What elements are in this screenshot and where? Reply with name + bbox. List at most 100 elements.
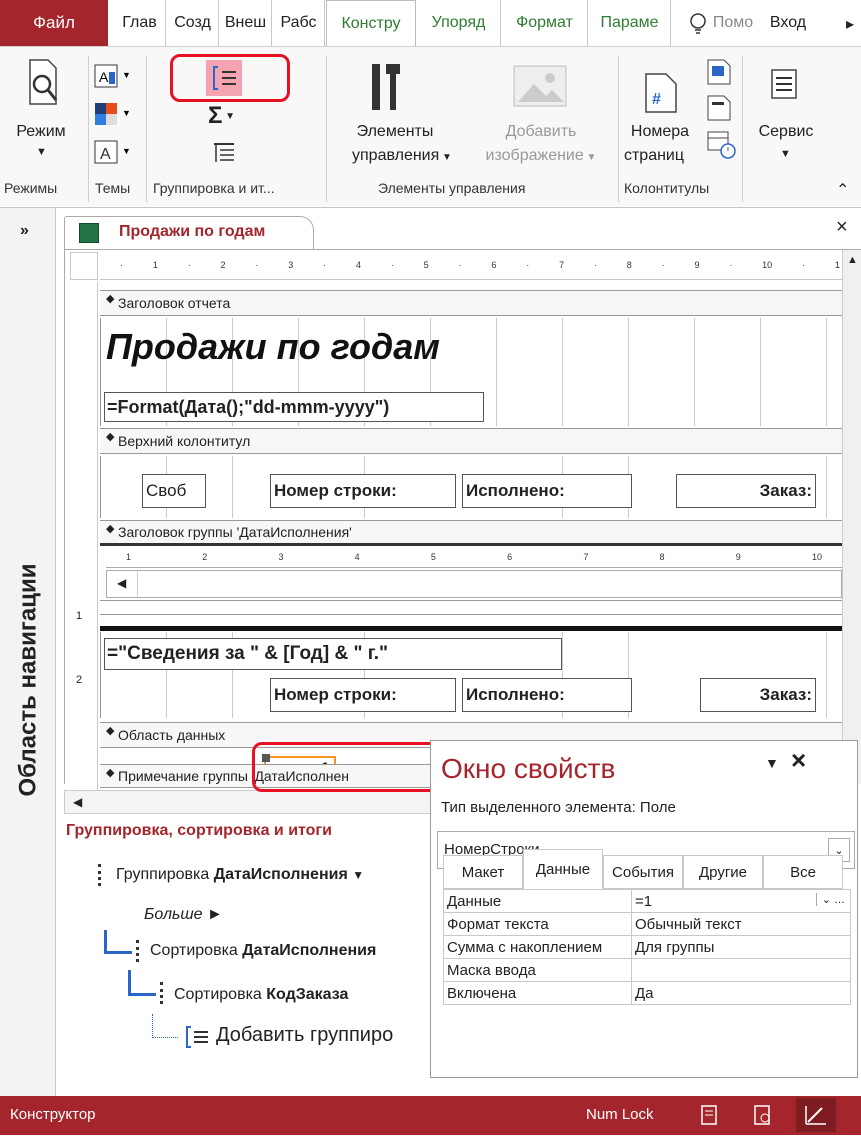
property-row[interactable]: Данные =1 ⌄ … — [443, 889, 851, 913]
group-field-line-number[interactable]: Номер строки: — [270, 678, 456, 712]
tab-all-props[interactable]: Все — [763, 855, 843, 889]
property-value[interactable]: =1 ⌄ … — [631, 889, 851, 913]
view-mode-button[interactable]: Режим ▼ — [14, 56, 72, 172]
property-value[interactable]: Обычный текст — [631, 912, 851, 936]
group-sort-button[interactable] — [206, 60, 242, 96]
close-document-icon[interactable]: × — [836, 216, 848, 239]
page-header-field-completed[interactable]: Исполнено: — [462, 474, 632, 508]
tab-database-tools[interactable]: Рабс — [273, 0, 325, 46]
hide-details-button[interactable] — [210, 140, 240, 166]
date-time-button[interactable] — [706, 130, 736, 160]
document-tab[interactable]: Продажи по годам — [64, 216, 314, 250]
view-mode-icon — [26, 58, 60, 120]
property-value[interactable] — [631, 958, 851, 982]
drag-handle[interactable] — [98, 864, 102, 886]
svg-text:▼: ▼ — [122, 146, 131, 156]
property-sheet-menu-icon[interactable]: ▼ — [765, 755, 779, 771]
ruler-corner[interactable] — [70, 252, 98, 280]
tell-me-search[interactable]: Помо — [708, 0, 758, 46]
property-name: Сумма с накоплением — [443, 935, 632, 959]
page-numbers-label-1: Номера — [630, 123, 690, 140]
tab-scroll-right-icon[interactable]: ▸ — [846, 14, 854, 34]
title-button[interactable] — [706, 94, 732, 122]
expand-nav-icon[interactable]: » — [20, 222, 29, 240]
tab-design[interactable]: Констру — [326, 0, 416, 46]
tab-home[interactable]: Глав — [114, 0, 166, 46]
print-preview-icon[interactable] — [752, 1104, 774, 1126]
tab-arrange[interactable]: Упоряд — [417, 0, 501, 46]
hline — [100, 614, 842, 615]
property-name: Данные — [443, 889, 632, 913]
drag-handle[interactable] — [160, 982, 164, 1004]
property-row[interactable]: Включена Да — [443, 981, 851, 1005]
tab-page-setup[interactable]: Параме — [589, 0, 671, 46]
sort-row-1[interactable]: Сортировка ДатаИсполнения — [150, 942, 376, 960]
add-group-icon[interactable] — [182, 1024, 212, 1050]
group-field-completed[interactable]: Исполнено: — [462, 678, 632, 712]
property-grid: Данные =1 ⌄ … Формат текста Обычный текст С… — [443, 889, 851, 1005]
tools-button[interactable]: Сервис ▼ — [748, 56, 824, 172]
report-title-label[interactable]: Продажи по годам — [106, 326, 440, 368]
group-separator — [326, 56, 327, 202]
vertical-scrollbar[interactable]: ▲ — [842, 250, 861, 784]
property-name: Маска ввода — [443, 958, 632, 982]
insert-image-button[interactable]: Добавить изображение ▼ — [466, 56, 616, 172]
group-field-order[interactable]: Заказ: — [700, 678, 816, 712]
page-header-field-free[interactable]: Своб — [142, 474, 206, 508]
tab-data-props[interactable]: Данные — [523, 849, 603, 889]
thick-rule — [100, 626, 842, 631]
subreport-scrollbar[interactable]: ◀ — [106, 570, 842, 598]
totals-icon[interactable]: Σ ▼ — [208, 102, 235, 130]
page-numbers-button[interactable]: # Номера страниц — [620, 56, 710, 172]
tab-format[interactable]: Формат — [502, 0, 588, 46]
sort-row-2[interactable]: Сортировка КодЗаказа — [174, 986, 348, 1004]
property-name: Включена — [443, 981, 632, 1005]
page-header-field-line-number[interactable]: Номер строки: — [270, 474, 456, 508]
page-header-field-order[interactable]: Заказ: — [676, 474, 816, 508]
group-caption-textbox[interactable]: ="Сведения за " & [Год] & " г." — [104, 638, 562, 670]
tab-external[interactable]: Внеш — [220, 0, 272, 46]
logo-button[interactable] — [706, 58, 732, 86]
group-separator — [618, 56, 619, 202]
subreport-ruler: 1 2 3 4 5 6 7 8 9 10 — [106, 552, 842, 568]
scroll-up-icon[interactable]: ▲ — [847, 254, 858, 266]
tab-format-props[interactable]: Макет — [443, 855, 523, 889]
tab-file[interactable]: Файл — [0, 0, 108, 46]
signin-link[interactable]: Вход — [760, 0, 816, 46]
section-page-header[interactable]: Верхний колонтитул — [100, 428, 842, 454]
property-row[interactable]: Маска ввода — [443, 958, 851, 982]
themes-button[interactable]: A ▼ — [94, 64, 134, 90]
close-icon[interactable]: × — [791, 745, 806, 776]
svg-text:▼: ▼ — [122, 108, 131, 118]
fonts-button[interactable]: A ▼ — [94, 140, 134, 166]
status-mode: Конструктор — [10, 1106, 96, 1123]
image-label-2: изображение ▼ — [485, 147, 597, 164]
image-label-1: Добавить — [505, 123, 577, 140]
add-group-link[interactable]: Добавить группиро — [216, 1024, 393, 1047]
section-group-header[interactable]: Заголовок группы 'ДатаИсполнения' — [100, 520, 842, 546]
tab-event-props[interactable]: События — [603, 855, 683, 889]
property-row[interactable]: Сумма с накоплением Для группы — [443, 935, 851, 959]
colors-button[interactable]: ▼ — [94, 102, 134, 128]
scroll-left-icon[interactable]: ◀ — [73, 795, 82, 809]
ruler-numbers: · 1 · 2 · 3 · 4 · 5 · 6 · 7 · 8 · 9 · 10 · 1 — [120, 260, 840, 270]
tab-create[interactable]: Созд — [167, 0, 219, 46]
horizontal-scrollbar[interactable]: ◀ — [64, 790, 442, 814]
section-marker-icon: ◆ — [106, 431, 115, 443]
design-view-icon[interactable] — [796, 1098, 836, 1132]
date-textbox[interactable]: =Format(Дата();"dd-mmm-yyyy") — [104, 392, 484, 422]
report-view-icon[interactable] — [698, 1104, 720, 1126]
ribbon-tab-bar: Файл Глав Созд Внеш Рабс Констру Упоряд … — [0, 0, 861, 46]
controls-button[interactable]: Элементы управления ▼ — [330, 56, 470, 172]
collapse-ribbon-icon[interactable]: ⌃ — [836, 180, 849, 200]
tab-other-props[interactable]: Другие — [683, 855, 763, 889]
drag-handle[interactable] — [136, 940, 140, 962]
more-link[interactable]: Больше ► — [144, 906, 223, 924]
property-row[interactable]: Формат текста Обычный текст — [443, 912, 851, 936]
property-value[interactable]: Для группы — [631, 935, 851, 959]
group-row-1[interactable]: Группировка ДатаИсполнения ▼ — [116, 866, 364, 884]
property-value[interactable]: Да — [631, 981, 851, 1005]
section-report-header[interactable]: Заголовок отчета — [100, 290, 842, 316]
navigation-pane-title[interactable]: Область навигации — [4, 270, 52, 1090]
scroll-left-icon[interactable]: ◀ — [117, 576, 126, 590]
